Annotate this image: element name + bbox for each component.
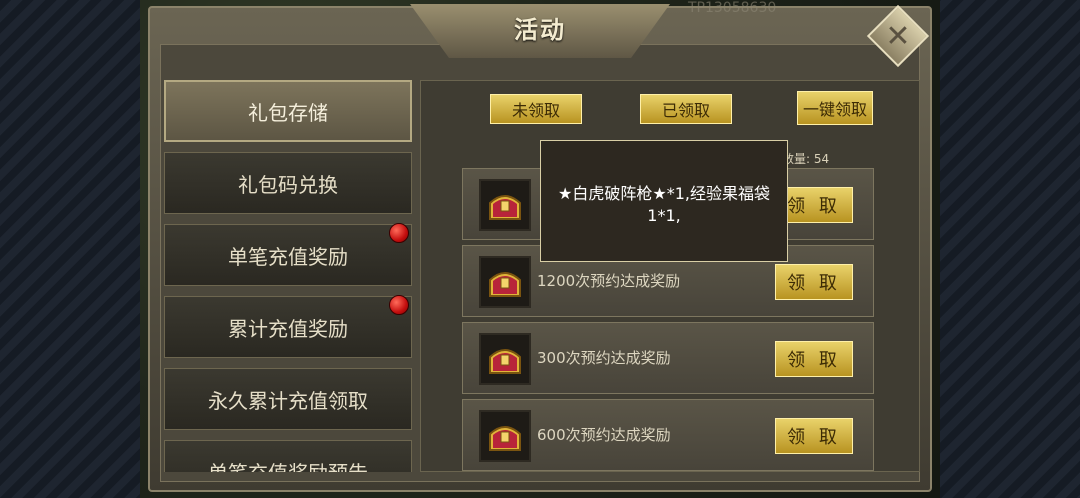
item-count: 数量: 54 — [782, 152, 830, 166]
sidebar-item-cumulative-recharge[interactable]: 累计充值奖励 — [164, 295, 412, 358]
category-sidebar: 礼包存储 礼包码兑换 单笔充值奖励 累计充值奖励 永久累计充值领取 单笔充值奖励… — [164, 80, 412, 472]
reward-chest — [479, 256, 531, 308]
sidebar-item-label: 永久累计充值领取 — [208, 388, 368, 413]
reward-label: 1200次预约达成奖励 — [537, 272, 681, 290]
left-background — [0, 0, 150, 498]
chest-icon — [489, 272, 521, 297]
list-item: 600次预约达成奖励 领 取 — [462, 399, 874, 471]
sidebar-item-recharge-preview[interactable]: 单笔充值奖励预告 — [164, 440, 412, 472]
filter-unclaimed-button[interactable]: 未领取 — [490, 94, 582, 124]
title-plate: 活动 — [410, 4, 670, 58]
sidebar-item-label: 累计充值奖励 — [228, 316, 348, 341]
sidebar-item-label: 单笔充值奖励预告 — [208, 457, 368, 473]
sidebar-item-gift-storage[interactable]: 礼包存储 — [164, 80, 412, 142]
chest-icon — [489, 195, 521, 220]
sidebar-item-label: 单笔充值奖励 — [228, 244, 348, 269]
chest-icon — [489, 349, 521, 374]
right-background — [930, 0, 1080, 498]
reward-chest — [479, 179, 531, 231]
claim-button[interactable]: 领 取 — [775, 341, 853, 377]
filter-claimed-button[interactable]: 已领取 — [640, 94, 732, 124]
sidebar-item-label: 礼包存储 — [248, 100, 328, 125]
reward-tooltip: ★白虎破阵枪★*1,经验果福袋1*1, — [540, 140, 788, 262]
watermark-text: TP13058630 — [688, 0, 777, 16]
sidebar-item-gift-code[interactable]: 礼包码兑换 — [164, 152, 412, 214]
notification-badge — [389, 295, 409, 315]
list-item: 300次预约达成奖励 领 取 — [462, 322, 874, 394]
sidebar-item-permanent-recharge[interactable]: 永久累计充值领取 — [164, 368, 412, 430]
claim-button[interactable]: 领 取 — [775, 418, 853, 454]
reward-label: 300次预约达成奖励 — [537, 349, 671, 367]
sidebar-item-single-recharge[interactable]: 单笔充值奖励 — [164, 223, 412, 286]
notification-badge — [389, 223, 409, 243]
reward-label: 600次预约达成奖励 — [537, 426, 671, 444]
window-title: 活动 — [514, 15, 566, 44]
tooltip-text: ★白虎破阵枪★*1,经验果福袋1*1, — [558, 184, 770, 225]
reward-chest — [479, 333, 531, 385]
reward-chest — [479, 410, 531, 462]
sidebar-item-label: 礼包码兑换 — [238, 172, 338, 197]
claim-all-button[interactable]: 一键领取 — [797, 91, 873, 125]
chest-icon — [489, 426, 521, 451]
claim-button[interactable]: 领 取 — [775, 264, 853, 300]
